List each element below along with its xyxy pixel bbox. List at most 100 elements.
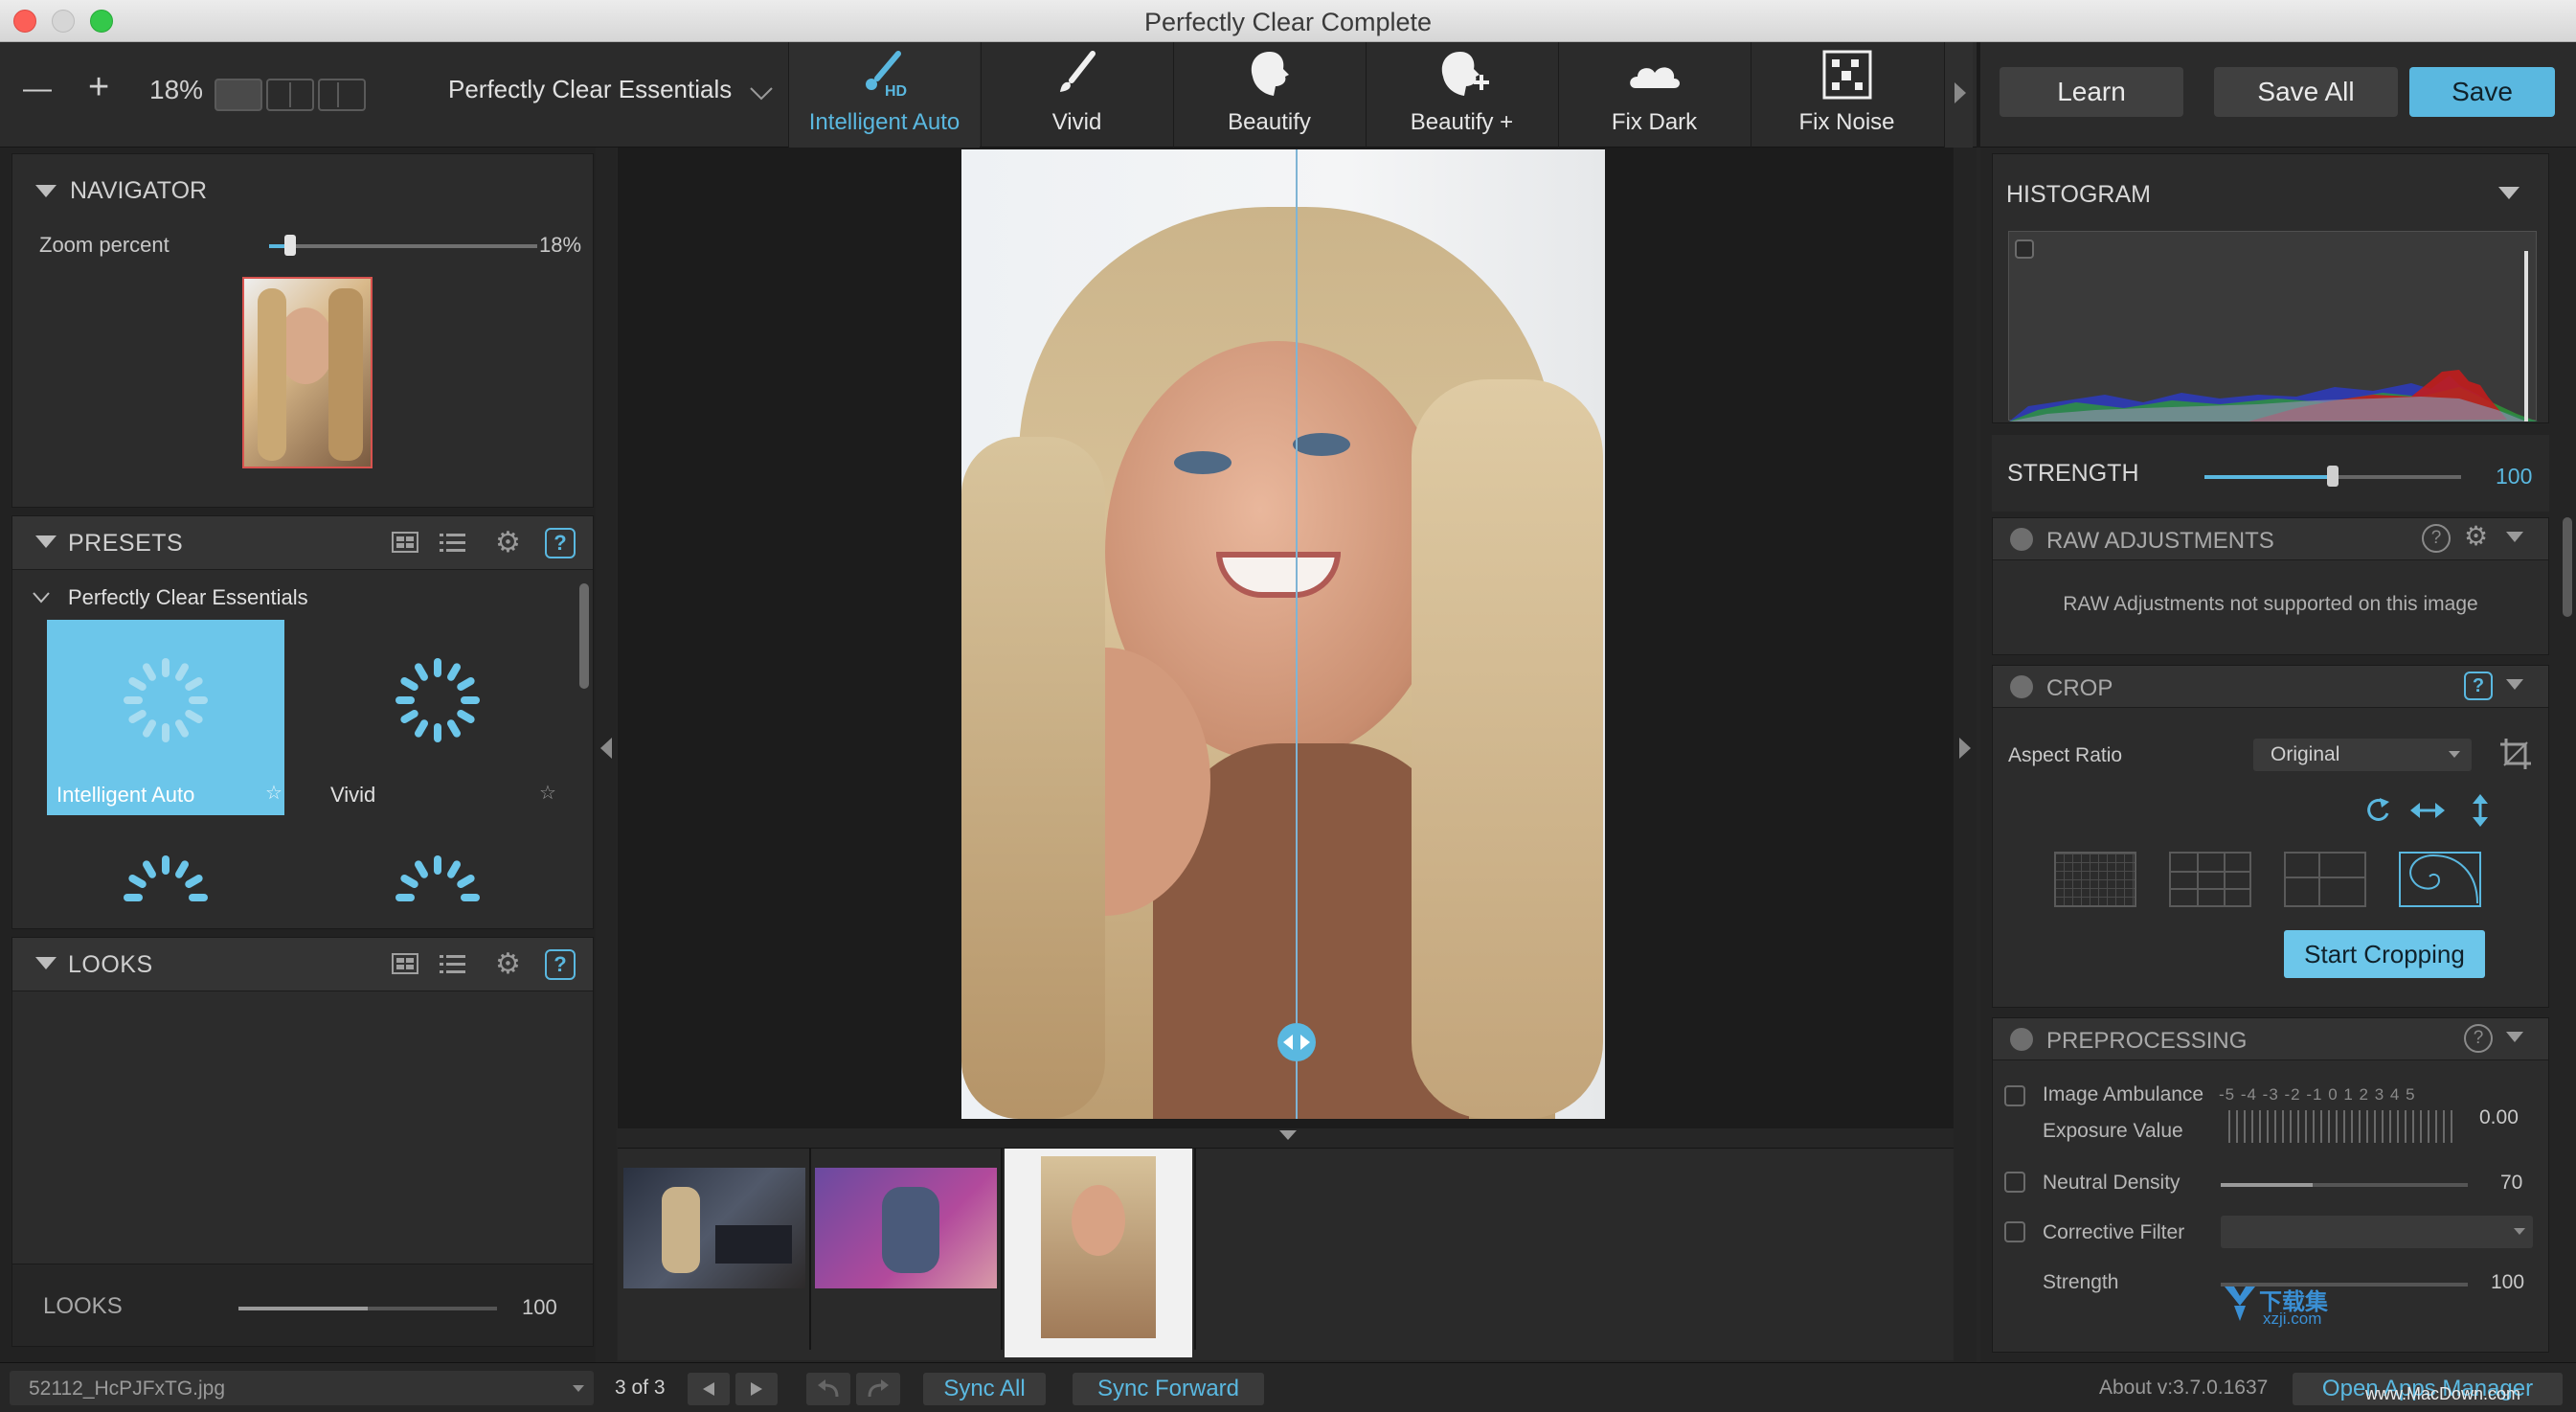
filmstrip-thumb-selected[interactable]	[1005, 1149, 1192, 1357]
corrective-filter-select[interactable]	[2221, 1216, 2533, 1248]
histogram-panel: HISTOGRAM	[1992, 153, 2549, 423]
previous-image-button[interactable]	[688, 1373, 730, 1405]
chevron-down-icon[interactable]	[749, 86, 774, 102]
learn-button[interactable]: Learn	[2000, 67, 2183, 117]
grid-overlay-spiral[interactable]	[2399, 852, 2481, 907]
collapse-triangle-icon[interactable]	[35, 535, 56, 548]
grid-view-icon[interactable]	[392, 532, 418, 553]
left-collapse-strip[interactable]	[596, 148, 617, 1362]
collapse-triangle-icon[interactable]	[2506, 532, 2523, 542]
enable-toggle[interactable]	[2010, 1028, 2033, 1051]
redo-button[interactable]	[856, 1373, 900, 1405]
exposure-dial[interactable]	[2228, 1110, 2456, 1143]
undo-button[interactable]	[806, 1373, 850, 1405]
zoom-in-button[interactable]: +	[88, 67, 109, 108]
zoom-slider-handle[interactable]	[284, 235, 296, 256]
zoom-slider[interactable]	[269, 244, 537, 248]
exposure-scale: -5 -4 -3 -2 -1 0 1 2 3 4 5	[2219, 1085, 2416, 1104]
watermark-url: xzji.com	[2263, 1310, 2322, 1328]
help-icon[interactable]: ?	[2464, 672, 2493, 700]
collapse-triangle-icon[interactable]	[2506, 679, 2523, 690]
grid-view-icon[interactable]	[392, 953, 418, 974]
version-about[interactable]: About v:3.7.0.1637	[2099, 1377, 2268, 1400]
flip-horizontal-icon[interactable]	[2410, 800, 2445, 821]
collapse-triangle-icon[interactable]	[35, 957, 56, 969]
filmstrip-thumb[interactable]	[623, 1168, 805, 1288]
list-view-icon[interactable]	[440, 953, 466, 974]
navigator-thumbnail[interactable]	[242, 277, 373, 468]
single-view-button[interactable]	[215, 79, 262, 111]
sync-all-button[interactable]: Sync All	[923, 1373, 1046, 1405]
neutral-density-checkbox[interactable]	[2004, 1172, 2025, 1193]
gear-icon[interactable]: ⚙	[2464, 520, 2488, 552]
star-icon[interactable]: ☆	[265, 781, 282, 805]
save-button[interactable]: Save	[2409, 67, 2555, 117]
split-handle[interactable]	[1277, 1023, 1316, 1061]
preset-label: Intelligent Auto	[56, 783, 195, 807]
zoom-out-button[interactable]: —	[23, 73, 52, 105]
collapse-triangle-icon[interactable]	[35, 185, 56, 197]
enable-toggle[interactable]	[2010, 675, 2033, 698]
strength-slider-handle[interactable]	[2327, 466, 2339, 487]
crop-icon[interactable]	[2498, 737, 2535, 773]
enable-toggle[interactable]	[2010, 528, 2033, 551]
presets-panel: PRESETS ⚙ ? Perfectly Clear Essentials I…	[11, 515, 594, 929]
presets-scrollbar[interactable]	[579, 583, 589, 689]
help-icon[interactable]: ?	[2422, 524, 2451, 553]
save-all-button[interactable]: Save All	[2214, 67, 2398, 117]
filmstrip-toggle-icon[interactable]	[1277, 1128, 1299, 1142]
split-view-button[interactable]	[318, 79, 366, 111]
side-by-side-view-button[interactable]	[266, 79, 314, 111]
aspect-ratio-select[interactable]: Original	[2253, 739, 2472, 771]
tool-beautify[interactable]: Beautify	[1173, 42, 1365, 148]
looks-title: LOOKS	[68, 951, 153, 978]
preset-card-intelligent-auto[interactable]: Intelligent Auto ☆	[47, 620, 284, 815]
split-line[interactable]	[1296, 149, 1298, 1119]
zoom-value: 18%	[149, 75, 204, 104]
next-image-button[interactable]	[735, 1373, 778, 1405]
looks-strength-bar: LOOKS 100	[12, 1264, 593, 1346]
strength-row: STRENGTH 100	[1992, 435, 2549, 512]
tool-label: Fix Dark	[1611, 109, 1698, 135]
image-ambulance-checkbox[interactable]	[2004, 1085, 2025, 1106]
file-selector[interactable]: 52112_HcPJFxTG.jpg	[10, 1371, 594, 1405]
loading-spinner-icon	[395, 658, 480, 742]
tool-beautify-plus[interactable]: Beautify +	[1366, 42, 1557, 148]
tool-fix-noise[interactable]: Fix Noise	[1751, 42, 1942, 148]
neutral-density-label: Neutral Density	[2043, 1172, 2181, 1194]
sync-forward-button[interactable]: Sync Forward	[1073, 1373, 1264, 1405]
grid-overlay-golden[interactable]	[2284, 852, 2366, 907]
help-icon[interactable]: ?	[2464, 1024, 2493, 1053]
collapse-triangle-icon[interactable]	[2506, 1032, 2523, 1042]
gear-icon[interactable]: ⚙	[495, 947, 521, 981]
list-view-icon[interactable]	[440, 532, 466, 553]
arrow-right-icon	[751, 1382, 762, 1396]
grid-overlay-thirds[interactable]	[2169, 852, 2251, 907]
chevron-down-icon[interactable]	[32, 591, 51, 604]
help-icon[interactable]: ?	[545, 528, 576, 558]
start-cropping-button[interactable]: Start Cropping	[2284, 930, 2485, 978]
grid-overlay-fine[interactable]	[2054, 852, 2136, 907]
tool-label: Vivid	[1051, 109, 1102, 135]
corrective-filter-checkbox[interactable]	[2004, 1221, 2025, 1242]
preset-label: Vivid	[330, 783, 376, 807]
tool-intelligent-auto[interactable]: HD Intelligent Auto	[788, 42, 980, 148]
gear-icon[interactable]: ⚙	[495, 526, 521, 559]
right-panel-scrollbar[interactable]	[2563, 517, 2572, 617]
preset-selector[interactable]: Perfectly Clear Essentials	[448, 75, 732, 104]
watermark-mac: www.MacDown.com	[2365, 1384, 2521, 1403]
star-icon[interactable]: ☆	[539, 781, 556, 805]
strength-slider-fill	[2204, 475, 2333, 479]
tool-vivid[interactable]: Vivid	[981, 42, 1172, 148]
filmstrip-thumb[interactable]	[815, 1168, 997, 1288]
flip-vertical-icon[interactable]	[2470, 794, 2491, 827]
neutral-density-value: 70	[2500, 1172, 2523, 1194]
right-collapse-strip[interactable]	[1954, 148, 1977, 1362]
preset-card-vivid[interactable]: Vivid ☆	[319, 620, 556, 815]
dropdown-arrow-icon	[2449, 751, 2460, 758]
tool-fix-dark[interactable]: Fix Dark	[1558, 42, 1750, 148]
collapse-triangle-icon[interactable]	[2498, 187, 2520, 199]
toolbar-scroll-right[interactable]	[1944, 42, 1973, 148]
rotate-icon[interactable]	[2362, 796, 2395, 825]
help-icon[interactable]: ?	[545, 949, 576, 980]
